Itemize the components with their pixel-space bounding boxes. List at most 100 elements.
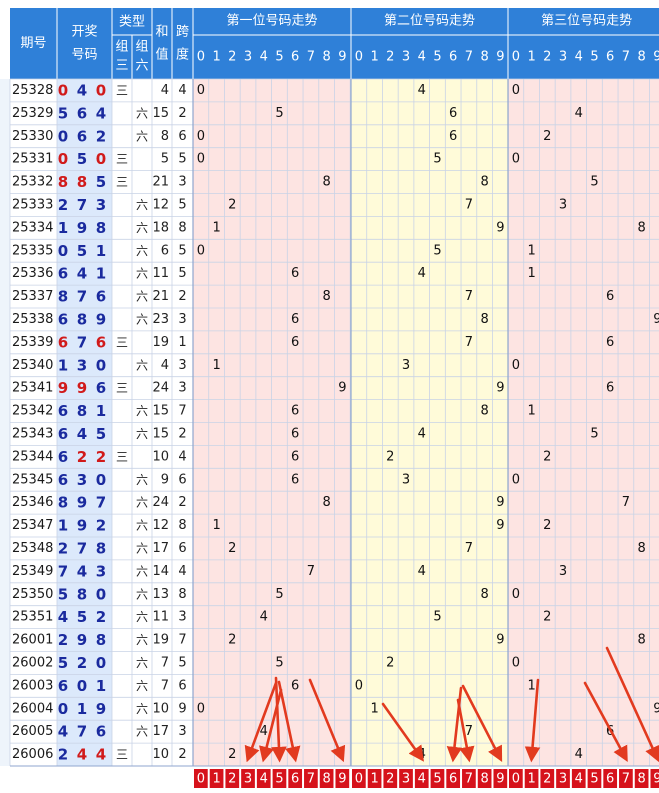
draw-digit: 3 [96,562,106,580]
header-pos3: 第三位号码走势 [541,13,632,29]
trend-mark-pos1: 6 [291,678,299,693]
header-digit-pos2: 8 [480,50,488,65]
footer-digit-label: 8 [480,772,488,787]
footer-digit-label: 3 [559,772,567,787]
trend-mark-pos2: 4 [418,564,426,579]
trend-mark-pos3: 2 [543,610,551,625]
draw-digit: 8 [96,539,106,557]
trend-mark-pos3: 5 [590,426,598,441]
draw-digit: 3 [77,356,87,374]
draw-digit: 7 [77,723,87,741]
span-value: 3 [178,358,186,373]
draw-digit: 0 [96,150,106,168]
span-value: 8 [178,587,186,602]
span-value: 7 [178,404,186,419]
draw-digit: 8 [96,631,106,649]
trend-mark-pos3: 9 [653,312,659,327]
header-digit-pos1: 4 [260,50,268,65]
footer-digit-label: 9 [653,772,659,787]
draw-digit: 0 [58,700,68,718]
header-digit-pos3: 3 [559,50,567,65]
draw-digit: 1 [96,402,106,420]
draw-digit: 6 [58,333,68,351]
footer-digit-label: 7 [307,772,315,787]
span-value: 5 [178,152,186,167]
draw-digit: 6 [96,723,106,741]
draw-digit: 0 [58,150,68,168]
sum-value: 8 [161,129,169,144]
trend-mark-pos3: 1 [527,678,535,693]
trend-mark-pos2: 5 [433,152,441,167]
draw-digit: 2 [96,608,106,626]
trend-mark-pos1: 1 [212,518,220,533]
header-digit-pos2: 2 [386,50,394,65]
trend-mark-pos3: 2 [543,449,551,464]
trend-mark-pos2: 6 [449,129,457,144]
draw-digit: 5 [58,104,68,122]
period-label: 25348 [12,541,53,556]
sum-value: 4 [161,358,169,373]
type-group6: 六 [136,312,148,326]
type-group6: 六 [136,198,148,212]
header-digit-pos2: 7 [465,50,473,65]
header-digit-pos1: 7 [307,50,315,65]
draw-digit: 6 [58,425,68,443]
trend-mark-pos3: 6 [606,289,614,304]
draw-digit: 1 [96,242,106,260]
draw-digit: 8 [58,494,68,512]
span-value: 2 [178,106,186,121]
footer-digit-label: 9 [338,772,346,787]
trend-mark-pos1: 5 [275,655,283,670]
draw-digit: 1 [77,700,87,718]
draw-digit: 8 [77,402,87,420]
trend-mark-pos3: 1 [527,266,535,281]
draw-digit: 4 [96,746,106,764]
span-value: 4 [178,449,186,464]
header-draw-line1: 开奖 [71,25,97,40]
draw-digit: 8 [77,310,87,328]
sum-value: 12 [152,518,169,533]
draw-digit: 6 [58,471,68,489]
draw-digit: 4 [58,723,68,741]
footer-digit-label: 1 [527,772,535,787]
trend-mark-pos1: 9 [338,381,346,396]
type-group6: 六 [136,267,148,281]
header-span: 度 [176,47,189,63]
draw-digit: 2 [96,448,106,466]
trend-mark-pos3: 4 [575,747,583,762]
trend-mark-pos1: 1 [212,358,220,373]
trend-mark-pos3: 9 [653,701,659,716]
sum-value: 24 [152,381,169,396]
sum-value: 14 [152,564,169,579]
draw-digit: 9 [77,379,87,397]
header-type: 类型 [119,15,145,30]
trend-mark-pos2: 7 [465,289,473,304]
trend-mark-pos2: 7 [465,541,473,556]
trend-mark-pos3: 8 [637,633,645,648]
sum-value: 19 [152,633,169,648]
footer-digit-label: 3 [244,772,252,787]
footer-digit-label: 7 [622,772,630,787]
sum-value: 11 [152,266,169,281]
sum-value: 5 [161,152,169,167]
draw-digit: 0 [96,654,106,672]
type-group6: 六 [136,106,148,120]
header-digit-pos3: 2 [543,50,551,65]
trend-mark-pos2: 8 [480,175,488,190]
trend-mark-pos2: 2 [386,655,394,670]
sum-value: 15 [152,426,169,441]
span-value: 7 [178,633,186,648]
type-group3: 三 [116,83,128,97]
period-label: 25333 [12,197,53,212]
type-group6: 六 [136,702,148,716]
draw-digit: 4 [58,608,68,626]
draw-digit: 7 [77,539,87,557]
header-digit-pos3: 5 [590,50,598,65]
draw-digit: 1 [96,677,106,695]
draw-digit: 9 [77,517,87,535]
draw-digit: 0 [96,81,106,99]
header-digit-pos1: 8 [322,50,330,65]
header-digit-pos3: 1 [527,50,535,65]
trend-mark-pos1: 8 [322,175,330,190]
trend-mark-pos3: 0 [512,358,520,373]
